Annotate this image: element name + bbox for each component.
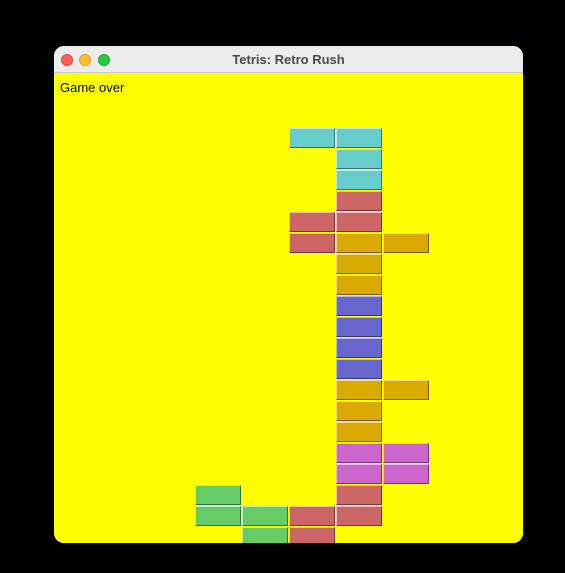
board-cell-cyan [336,128,382,148]
board-cell-orange [336,380,382,400]
title-bar: Tetris: Retro Rush [54,46,523,73]
game-window: Tetris: Retro Rush Game over [54,46,523,543]
board-cell-magenta [336,464,382,484]
board-cell-red [289,233,335,253]
board-cell-cyan [289,128,335,148]
board-cell-cyan [336,149,382,169]
game-status-text: Game over [60,80,125,95]
board-cell-magenta [383,443,429,463]
board-cell-red [289,212,335,232]
board-cell-orange [336,275,382,295]
board-cell-red [289,527,335,543]
board-cell-blue [336,338,382,358]
board-cell-red [336,212,382,232]
board-cell-orange [383,233,429,253]
board-cell-green [195,506,241,526]
window-title: Tetris: Retro Rush [232,52,345,67]
board-cell-blue [336,317,382,337]
board-cell-orange [336,422,382,442]
board-cell-red [336,485,382,505]
board-cell-magenta [336,443,382,463]
board-cell-red [336,191,382,211]
board-cell-red [336,506,382,526]
board-cell-blue [336,296,382,316]
board-cell-red [289,506,335,526]
board-cell-orange [336,401,382,421]
board-cell-orange [336,254,382,274]
board-cell-green [242,527,288,543]
board-cell-green [195,485,241,505]
board-cell-blue [336,359,382,379]
board-cell-orange [383,380,429,400]
board-cell-magenta [383,464,429,484]
board-cell-orange [336,233,382,253]
board-cell-green [242,506,288,526]
board-cell-cyan [336,170,382,190]
game-board[interactable]: Game over [54,73,523,543]
